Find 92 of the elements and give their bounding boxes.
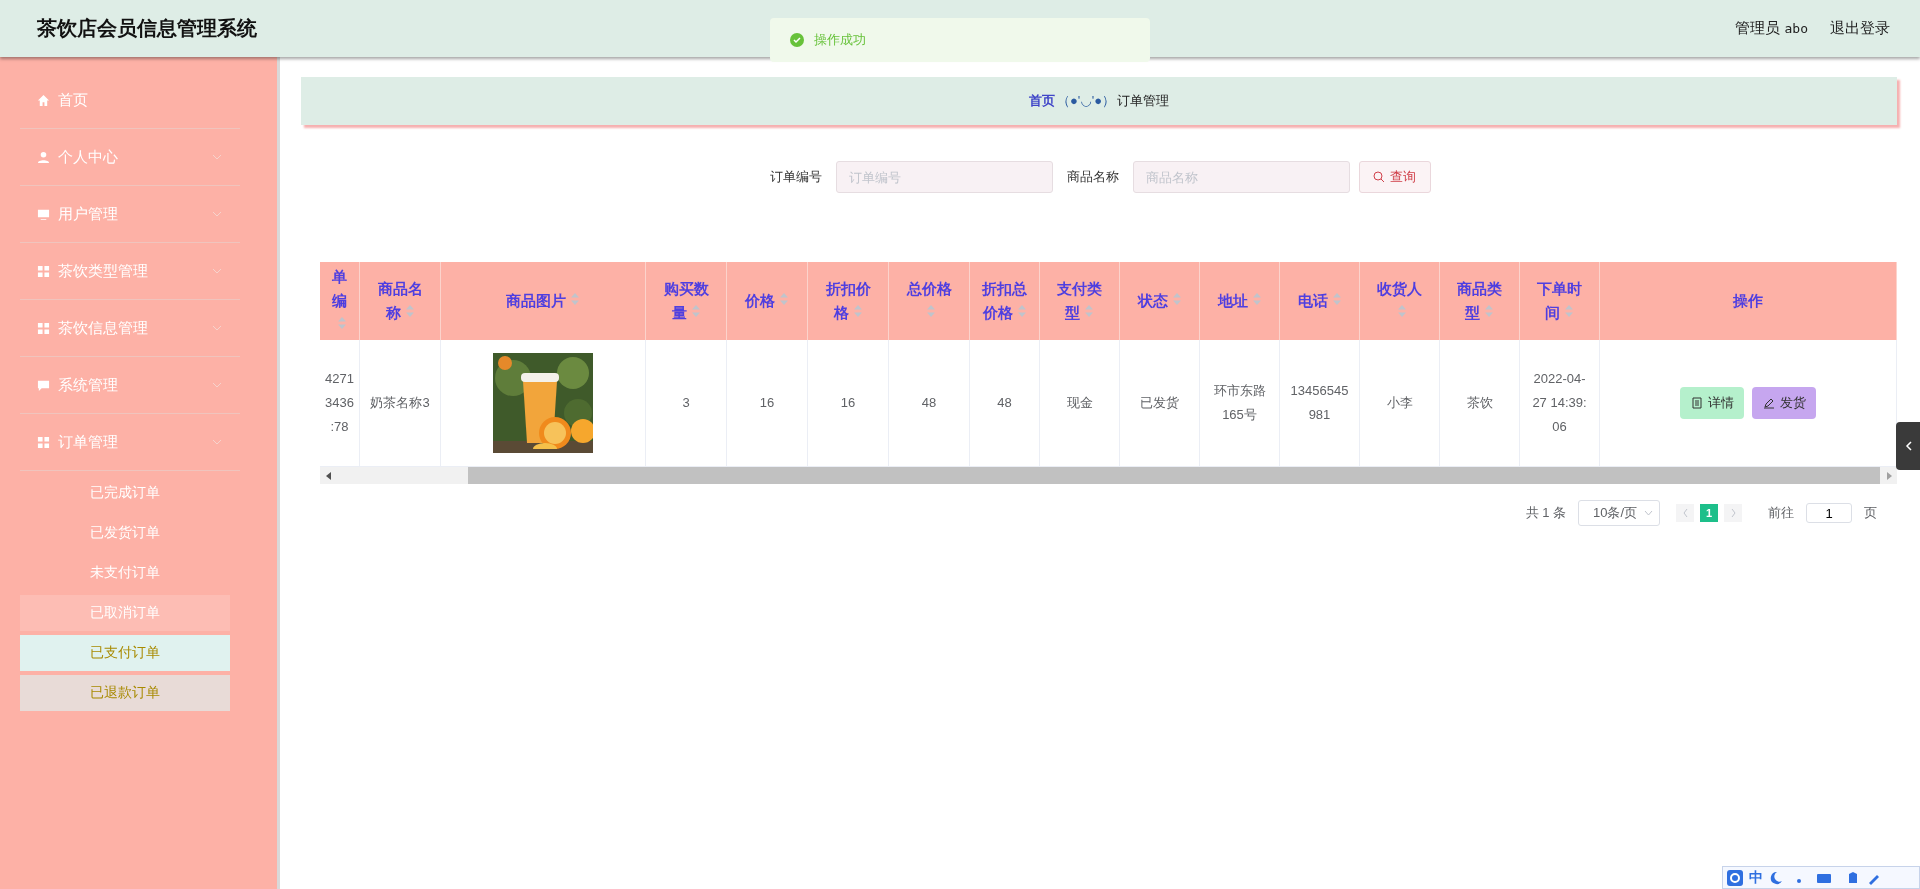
detail-button[interactable]: 详情 (1680, 387, 1744, 419)
side-panel-tab[interactable] (1896, 422, 1920, 470)
submenu-item[interactable]: 已退款订单 (20, 675, 230, 711)
chevron-right-icon (1730, 509, 1736, 517)
sort-icon[interactable] (1331, 292, 1342, 306)
menu-item[interactable]: 订单管理 (20, 414, 240, 471)
chevron-icon (212, 211, 222, 217)
chevron-left-icon (1904, 441, 1912, 451)
sort-icon[interactable] (1016, 304, 1027, 318)
ime-logo-icon (1727, 869, 1743, 886)
sort-icon[interactable] (570, 292, 580, 306)
sort-icon[interactable] (926, 304, 936, 318)
column-header: 商品名称 (360, 262, 441, 340)
sort-icon[interactable] (1251, 292, 1262, 306)
scroll-left-icon[interactable] (325, 471, 332, 480)
ime-toolbar[interactable]: 中 (1722, 866, 1920, 889)
scroll-right-icon[interactable] (1885, 471, 1892, 480)
goto-label: 前往 (1768, 504, 1794, 522)
menu-item[interactable]: 系统管理 (20, 357, 240, 414)
search-icon (1373, 171, 1385, 183)
grid-icon (37, 435, 50, 449)
column-header: 商品图片 (441, 262, 646, 340)
submenu-item[interactable]: 未支付订单 (20, 555, 230, 591)
logout-link[interactable]: 退出登录 (1830, 19, 1890, 38)
chevron-icon (212, 439, 222, 445)
sort-icon[interactable] (852, 304, 863, 318)
column-header: 单编 (320, 262, 360, 340)
menu-item[interactable]: 茶饮信息管理 (20, 300, 240, 357)
ship-button[interactable]: 发货 (1752, 387, 1816, 419)
pencil-icon (1762, 397, 1775, 409)
user-icon (37, 150, 50, 164)
app-title: 茶饮店会员信息管理系统 (37, 16, 257, 41)
column-header: 折扣总价格 (970, 262, 1040, 340)
menu-item[interactable]: 用户管理 (20, 186, 240, 243)
sort-icon[interactable] (690, 304, 701, 318)
chat-icon (37, 378, 50, 392)
column-header: 状态 (1120, 262, 1200, 340)
submenu-item[interactable]: 已完成订单 (20, 475, 230, 511)
check-circle-icon (790, 33, 804, 47)
sort-icon[interactable] (779, 292, 789, 306)
breadcrumb-separator: （●'◡'●） (1057, 92, 1115, 110)
page-size-select[interactable]: 10条/页 (1578, 500, 1660, 526)
breadcrumb-current: 订单管理 (1117, 92, 1169, 110)
chevron-icon (212, 382, 222, 388)
chevron-icon (212, 154, 222, 160)
sort-icon[interactable] (336, 316, 347, 330)
next-page-button[interactable] (1724, 504, 1742, 522)
caret-icon (1644, 510, 1653, 516)
column-header: 总价格 (889, 262, 970, 340)
column-header: 电话 (1280, 262, 1360, 340)
sort-icon[interactable] (1564, 304, 1574, 318)
monitor-icon (37, 207, 50, 221)
user-role: 管理员 abo (1735, 19, 1808, 38)
grid-icon (37, 321, 50, 335)
submenu-item[interactable]: 已取消订单 (20, 595, 230, 631)
page-button[interactable]: 1 (1700, 504, 1718, 522)
document-icon (1690, 397, 1703, 409)
submenu-item[interactable]: 已支付订单 (20, 635, 230, 671)
column-header: 操作 (1600, 262, 1897, 340)
home-icon (37, 93, 50, 107)
column-header: 下单时间 (1520, 262, 1600, 340)
column-header: 购买数量 (646, 262, 727, 340)
prev-page-button[interactable] (1676, 504, 1694, 522)
sort-icon[interactable] (1084, 304, 1094, 318)
chevron-left-icon (1682, 509, 1688, 517)
horizontal-scrollbar[interactable] (320, 467, 1897, 484)
column-header: 商品类型 (1440, 262, 1520, 340)
column-header: 价格 (727, 262, 808, 340)
sort-icon[interactable] (1171, 292, 1182, 306)
chevron-icon (212, 268, 222, 274)
menu-item[interactable]: 茶饮类型管理 (20, 243, 240, 300)
ime-mode[interactable]: 中 (1749, 868, 1763, 887)
menu-item[interactable]: 个人中心 (20, 129, 240, 186)
field-label: 订单编号 (769, 168, 822, 186)
chevron-icon (212, 325, 222, 331)
toast-message: 操作成功 (814, 31, 866, 49)
menu-item[interactable]: 首页 (20, 72, 240, 129)
column-header: 折扣价格 (808, 262, 889, 340)
submenu-item[interactable]: 已发货订单 (20, 515, 230, 551)
column-header: 支付类型 (1040, 262, 1120, 340)
column-header: 地址 (1200, 262, 1280, 340)
grid-icon (37, 264, 50, 278)
search-button[interactable]: 查询 (1358, 161, 1431, 193)
sort-icon[interactable] (1396, 304, 1407, 318)
page-suffix: 页 (1864, 504, 1877, 522)
goto-page-field[interactable]: 1 (1806, 503, 1852, 523)
sort-icon[interactable] (404, 304, 415, 318)
field-label: 商品名称 (1066, 168, 1119, 186)
total-count: 共 1 条 (1525, 504, 1566, 522)
column-header: 收货人 (1360, 262, 1440, 340)
breadcrumb-link[interactable]: 首页 (1029, 92, 1055, 110)
sort-icon[interactable] (1484, 304, 1494, 318)
